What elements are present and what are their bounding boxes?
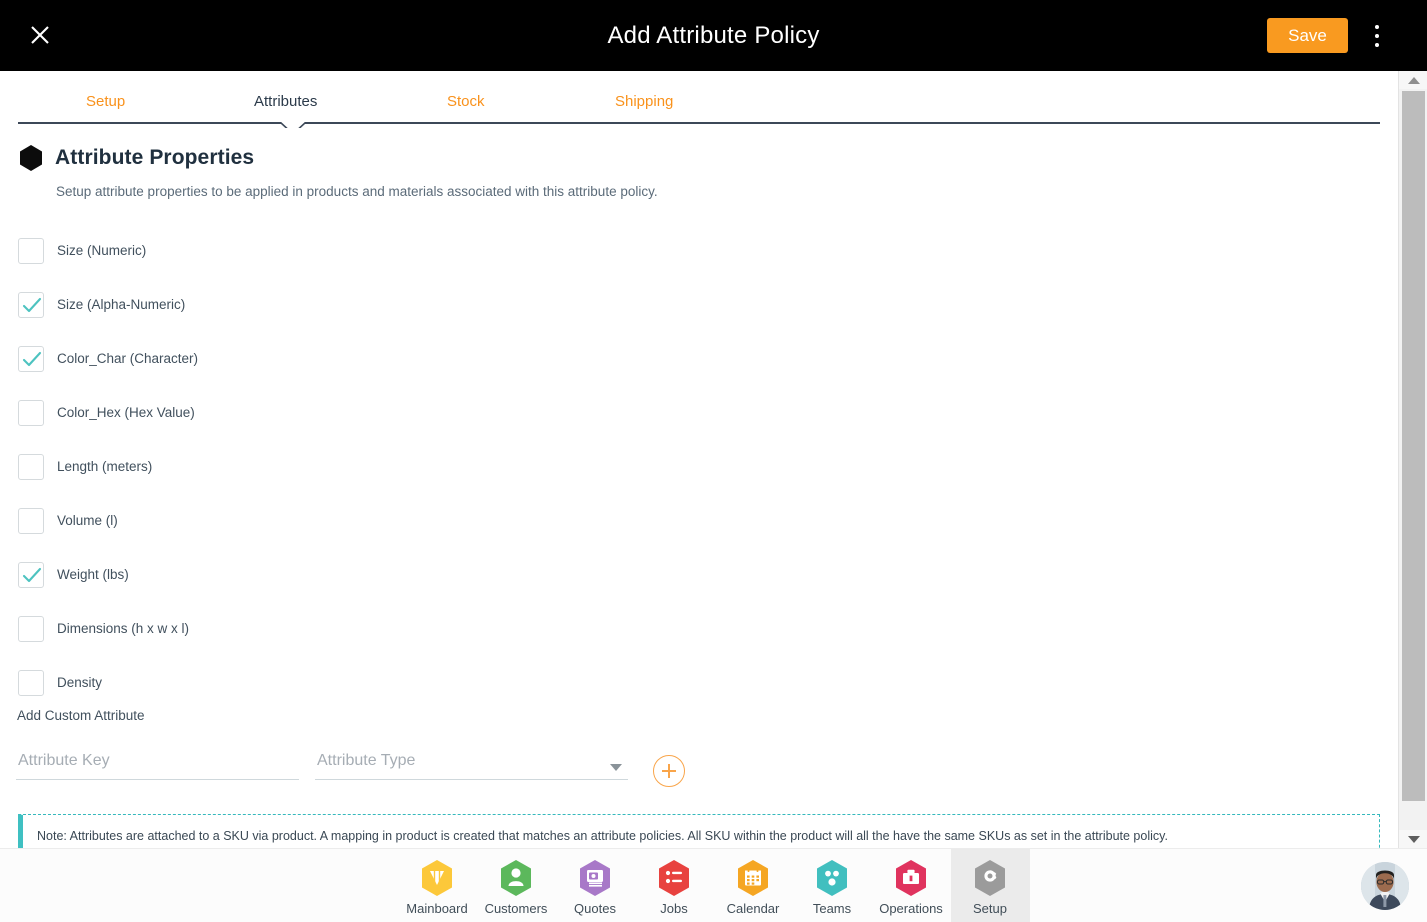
nav-item-customers[interactable]: Customers — [477, 849, 556, 922]
checkbox-dimensions-h-x-w-x-l[interactable] — [18, 616, 44, 642]
bottom-navigation: Mainboard Customers Quotes Jobs Calendar Team… — [0, 848, 1427, 922]
attribute-row: Color_Char (Character) — [18, 338, 718, 392]
custom-attribute-row — [16, 746, 696, 796]
nav-label: Setup — [973, 901, 1007, 916]
scroll-down-arrow-icon[interactable] — [1399, 830, 1427, 848]
add-custom-attribute-heading: Add Custom Attribute — [17, 708, 145, 723]
attribute-key-field — [16, 746, 299, 788]
nav-label: Calendar — [726, 901, 780, 916]
nav-label: Operations — [879, 901, 943, 916]
attribute-row: Size (Alpha-Numeric) — [18, 284, 718, 338]
attribute-row: Color_Hex (Hex Value) — [18, 392, 718, 446]
attribute-row: Dimensions (h x w x l) — [18, 608, 718, 662]
user-avatar[interactable] — [1361, 862, 1409, 910]
nav-item-quotes[interactable]: Quotes — [556, 849, 635, 922]
teams-icon — [817, 860, 847, 896]
nav-label: Quotes — [574, 901, 616, 916]
tab-underline — [18, 122, 1380, 124]
nav-item-setup[interactable]: Setup — [950, 848, 1030, 922]
attribute-row: Volume (l) — [18, 500, 718, 554]
quotes-icon — [580, 860, 610, 896]
calendar-icon — [738, 860, 768, 896]
nav-item-calendar[interactable]: Calendar — [714, 849, 793, 922]
tab-bar: Setup Attributes Stock Shipping — [0, 71, 1398, 136]
nav-item-jobs[interactable]: Jobs — [635, 849, 714, 922]
app-window: Add Attribute Policy Save Setup Attribute… — [0, 0, 1427, 922]
customers-icon — [501, 860, 531, 896]
save-button[interactable]: Save — [1267, 18, 1348, 53]
attribute-key-input[interactable] — [16, 746, 299, 780]
checkbox-size-alpha-numeric[interactable] — [18, 292, 44, 318]
attribute-type-field — [315, 746, 628, 788]
tab-shipping[interactable]: Shipping — [615, 93, 673, 110]
attribute-label: Length (meters) — [57, 459, 153, 474]
attribute-label: Density — [57, 675, 103, 690]
page-title: Add Attribute Policy — [607, 21, 820, 49]
attribute-label: Volume (l) — [57, 513, 118, 528]
checkbox-color-hex-hex-value[interactable] — [18, 400, 44, 426]
scrollbar-thumb[interactable] — [1402, 91, 1425, 801]
operations-icon — [896, 860, 926, 896]
section-subtitle: Setup attribute properties to be applied… — [56, 184, 658, 199]
attribute-label: Weight (lbs) — [57, 567, 129, 582]
nav-item-mainboard[interactable]: Mainboard — [398, 849, 477, 922]
hexagon-bullet-icon — [20, 145, 42, 171]
check-icon — [22, 351, 42, 367]
nav-label: Jobs — [660, 901, 688, 916]
attribute-row: Length (meters) — [18, 446, 718, 500]
attribute-label: Color_Hex (Hex Value) — [57, 405, 195, 420]
attribute-checkbox-list: Size (Numeric) Size (Alpha-Numeric) Color_… — [18, 230, 718, 716]
attribute-row: Size (Numeric) — [18, 230, 718, 284]
nav-item-teams[interactable]: Teams — [793, 849, 872, 922]
checkbox-length-meters[interactable] — [18, 454, 44, 480]
vertical-scrollbar[interactable] — [1398, 71, 1427, 848]
setup-gear-icon — [975, 860, 1005, 896]
section-title: Attribute Properties — [55, 146, 255, 169]
jobs-icon — [659, 860, 689, 896]
nav-label: Teams — [812, 901, 852, 916]
note-text: Note: Attributes are attached to a SKU v… — [37, 829, 1168, 843]
section-header: Attribute Properties — [18, 144, 254, 172]
content-panel: Attribute Properties Setup attribute pro… — [0, 128, 1398, 848]
nav-label: Mainboard — [406, 901, 468, 916]
checkbox-volume-l[interactable] — [18, 508, 44, 534]
attribute-label: Dimensions (h x w x l) — [57, 621, 190, 636]
tab-setup[interactable]: Setup — [86, 93, 125, 110]
top-bar: Add Attribute Policy Save — [0, 0, 1427, 71]
attribute-type-select[interactable] — [315, 746, 628, 780]
tab-attributes[interactable]: Attributes — [254, 93, 317, 110]
check-icon — [22, 297, 42, 313]
checkbox-density[interactable] — [18, 670, 44, 696]
attribute-label: Size (Numeric) — [57, 243, 147, 258]
attribute-row: Weight (lbs) — [18, 554, 718, 608]
close-icon[interactable] — [26, 21, 54, 49]
tab-stock[interactable]: Stock — [447, 93, 485, 110]
mainboard-icon — [422, 860, 452, 896]
scroll-up-arrow-icon[interactable] — [1399, 71, 1427, 89]
attribute-label: Size (Alpha-Numeric) — [57, 297, 186, 312]
kebab-menu-icon[interactable] — [1365, 22, 1389, 50]
attribute-label: Color_Char (Character) — [57, 351, 199, 366]
plus-circle-icon[interactable] — [653, 755, 685, 787]
nav-label: Customers — [484, 901, 548, 916]
checkbox-weight-lbs[interactable] — [18, 562, 44, 588]
checkbox-color-char-character[interactable] — [18, 346, 44, 372]
nav-item-operations[interactable]: Operations — [872, 849, 951, 922]
note-banner: Note: Attributes are attached to a SKU v… — [18, 814, 1380, 848]
chevron-down-icon[interactable] — [610, 764, 622, 771]
check-icon — [22, 567, 42, 583]
checkbox-size-numeric[interactable] — [18, 238, 44, 264]
